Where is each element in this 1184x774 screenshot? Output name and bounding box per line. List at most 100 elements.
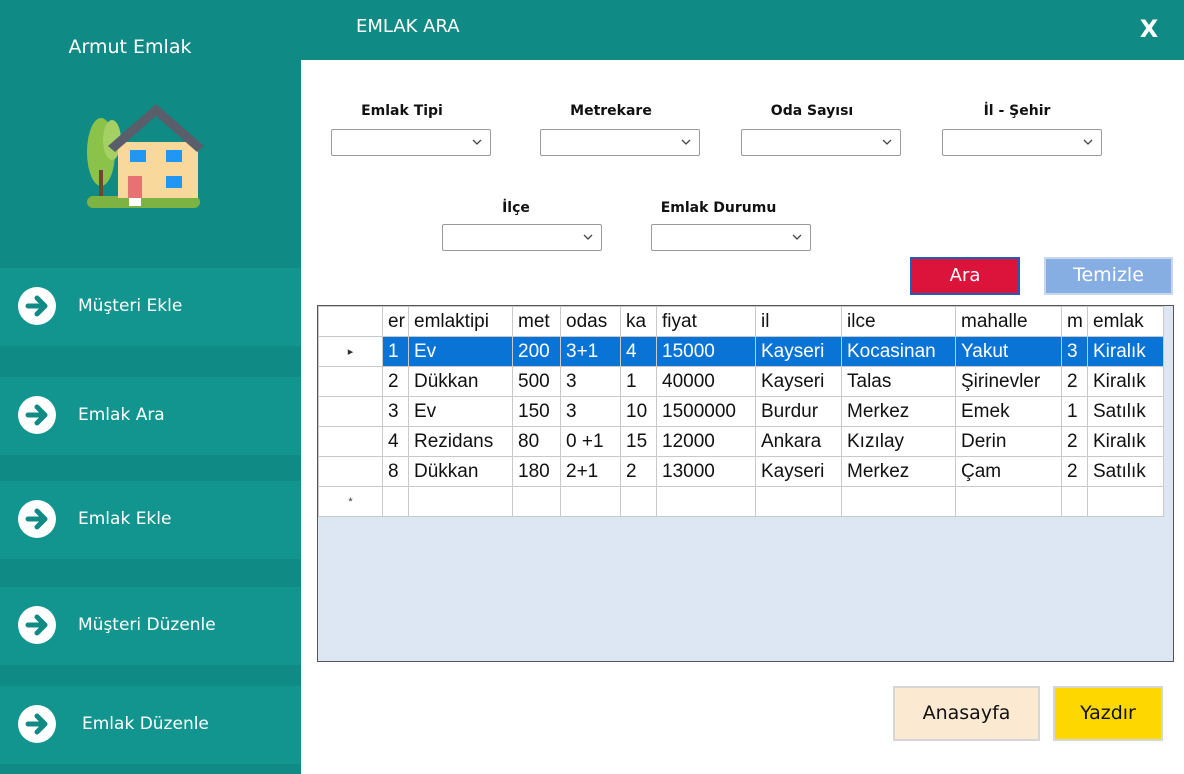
new-row[interactable]: * [318, 486, 1164, 517]
table-row[interactable]: 8 Dükkan 180 2+1 2 13000 Kayseri Merkez … [318, 456, 1164, 487]
metrekare-select[interactable] [540, 129, 700, 156]
table-cell[interactable]: Rezidans [408, 426, 513, 457]
table-cell[interactable]: Burdur [755, 396, 842, 427]
table-cell[interactable]: Ankara [755, 426, 842, 457]
table-row[interactable]: ▸ 1 Ev 200 3+1 4 15000 Kayseri Kocasinan… [318, 336, 1164, 367]
table-cell[interactable]: Satılık [1087, 456, 1164, 487]
table-cell[interactable]: Ev [408, 396, 513, 427]
table-cell[interactable]: Emek [955, 396, 1062, 427]
table-cell[interactable]: 4 [382, 426, 409, 457]
table-cell[interactable] [560, 486, 621, 517]
table-cell[interactable]: 4 [620, 336, 657, 367]
table-cell[interactable]: Şirinevler [955, 366, 1062, 397]
table-cell[interactable]: 40000 [656, 366, 756, 397]
table-cell[interactable]: 13000 [656, 456, 756, 487]
table-cell[interactable]: 3 [560, 366, 621, 397]
table-cell[interactable]: Derin [955, 426, 1062, 457]
column-header[interactable]: emlaktipi [408, 306, 513, 337]
table-cell[interactable]: 10 [620, 396, 657, 427]
table-row[interactable]: 3 Ev 150 3 10 1500000 Burdur Merkez Emek… [318, 396, 1164, 427]
search-button[interactable]: Ara [910, 257, 1020, 295]
table-cell[interactable]: Ev [408, 336, 513, 367]
table-cell[interactable]: Kiralık [1087, 366, 1164, 397]
column-header[interactable]: m [1061, 306, 1088, 337]
table-cell[interactable]: 15 [620, 426, 657, 457]
table-cell[interactable]: 1 [382, 336, 409, 367]
table-cell[interactable] [1087, 486, 1164, 517]
table-cell[interactable] [1061, 486, 1088, 517]
oda-sayisi-select[interactable] [741, 129, 901, 156]
new-row-marker[interactable]: * [318, 486, 383, 517]
table-cell[interactable]: 500 [512, 366, 561, 397]
table-cell[interactable]: Kayseri [755, 336, 842, 367]
table-row[interactable]: 2 Dükkan 500 3 1 40000 Kayseri Talas Şir… [318, 366, 1164, 397]
table-cell[interactable]: 2 [620, 456, 657, 487]
sidebar-item-emlak-duzenle[interactable]: Emlak Düzenle [0, 686, 301, 764]
table-cell[interactable] [955, 486, 1062, 517]
table-cell[interactable]: 3 [382, 396, 409, 427]
il-sehir-select[interactable] [942, 129, 1102, 156]
table-cell[interactable] [620, 486, 657, 517]
column-header[interactable]: met [512, 306, 561, 337]
table-cell[interactable]: 8 [382, 456, 409, 487]
home-button[interactable]: Anasayfa [893, 686, 1040, 741]
table-cell[interactable]: 2 [1061, 366, 1088, 397]
table-cell[interactable]: 1500000 [656, 396, 756, 427]
column-header[interactable]: il [755, 306, 842, 337]
table-cell[interactable]: 80 [512, 426, 561, 457]
table-cell[interactable] [408, 486, 513, 517]
sidebar-item-emlak-ekle[interactable]: Emlak Ekle [0, 481, 301, 559]
table-cell[interactable] [755, 486, 842, 517]
table-cell[interactable]: 2 [1061, 426, 1088, 457]
table-cell[interactable]: 3 [1061, 336, 1088, 367]
table-cell[interactable]: Kızılay [841, 426, 956, 457]
print-button[interactable]: Yazdır [1053, 686, 1163, 741]
table-cell[interactable]: Yakut [955, 336, 1062, 367]
table-cell[interactable] [841, 486, 956, 517]
table-cell[interactable]: 3 [560, 396, 621, 427]
table-cell[interactable]: Kiralık [1087, 426, 1164, 457]
ilce-select[interactable] [442, 224, 602, 251]
table-cell[interactable] [512, 486, 561, 517]
close-icon[interactable]: X [1136, 14, 1162, 44]
column-header[interactable]: ka [620, 306, 657, 337]
table-cell[interactable]: 3+1 [560, 336, 621, 367]
table-cell[interactable]: 15000 [656, 336, 756, 367]
row-header[interactable] [318, 366, 383, 397]
table-cell[interactable]: Dükkan [408, 366, 513, 397]
table-cell[interactable]: 12000 [656, 426, 756, 457]
column-header[interactable]: er [382, 306, 409, 337]
table-cell[interactable]: Talas [841, 366, 956, 397]
table-cell[interactable]: 1 [620, 366, 657, 397]
row-header[interactable] [318, 426, 383, 457]
column-header[interactable]: mahalle [955, 306, 1062, 337]
column-header[interactable]: ilce [841, 306, 956, 337]
column-header[interactable]: emlak [1087, 306, 1164, 337]
table-cell[interactable]: Kocasinan [841, 336, 956, 367]
table-cell[interactable]: 2+1 [560, 456, 621, 487]
table-cell[interactable] [656, 486, 756, 517]
table-cell[interactable]: 180 [512, 456, 561, 487]
table-cell[interactable]: Dükkan [408, 456, 513, 487]
table-cell[interactable]: 0 +1 [560, 426, 621, 457]
current-row-marker[interactable]: ▸ [318, 336, 383, 367]
table-cell[interactable]: 1 [1061, 396, 1088, 427]
table-row[interactable]: 4 Rezidans 80 0 +1 15 12000 Ankara Kızıl… [318, 426, 1164, 457]
table-cell[interactable]: Çam [955, 456, 1062, 487]
sidebar-item-emlak-ara[interactable]: Emlak Ara [0, 377, 301, 455]
clear-button[interactable]: Temizle [1044, 257, 1173, 295]
table-cell[interactable]: Satılık [1087, 396, 1164, 427]
row-header[interactable] [318, 396, 383, 427]
table-cell[interactable]: 2 [382, 366, 409, 397]
table-cell[interactable]: 2 [1061, 456, 1088, 487]
column-header[interactable]: fiyat [656, 306, 756, 337]
table-cell[interactable]: Merkez [841, 456, 956, 487]
sidebar-item-musteri-duzenle[interactable]: Müşteri Düzenle [0, 587, 301, 665]
results-grid[interactable]: er emlaktipi met odas ka fiyat il ilce m… [317, 305, 1174, 662]
emlak-durumu-select[interactable] [651, 224, 811, 251]
table-cell[interactable]: Kiralık [1087, 336, 1164, 367]
row-header[interactable] [318, 456, 383, 487]
sidebar-item-musteri-ekle[interactable]: Müşteri Ekle [0, 268, 301, 346]
table-cell[interactable] [382, 486, 409, 517]
table-cell[interactable]: Kayseri [755, 456, 842, 487]
